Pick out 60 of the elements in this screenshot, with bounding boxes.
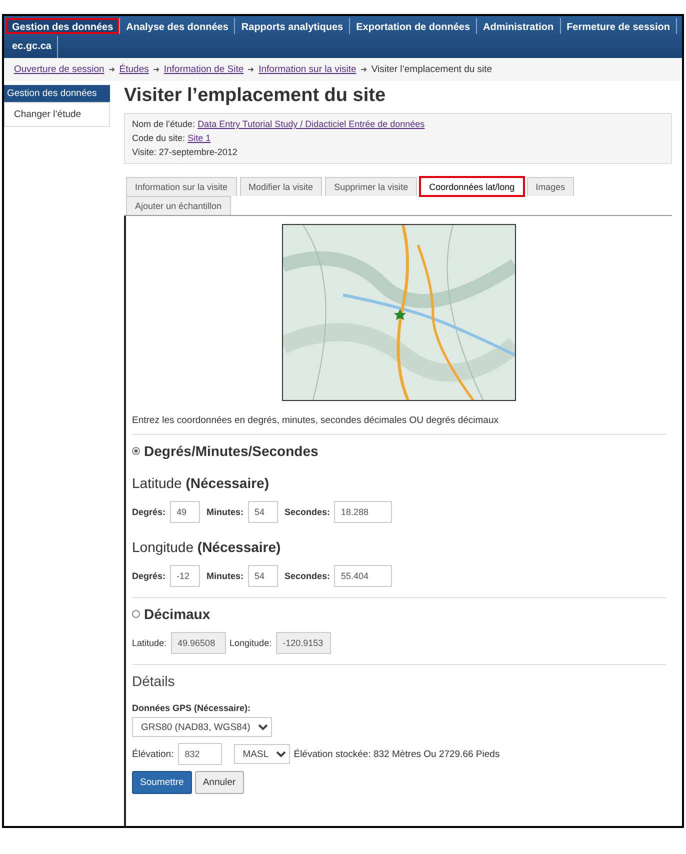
breadcrumb-link[interactable]: Études [119,64,149,75]
tab[interactable]: Ajouter un échantillon [126,196,231,215]
nav-menu-item[interactable]: Gestion des données [6,18,120,34]
nav-menu-item[interactable]: Administration [477,18,561,34]
tab[interactable]: Coordonnées lat/long [420,177,524,196]
input-field[interactable]: 49 [170,501,200,523]
field-label: Longitude: [230,638,272,648]
nav-menu-item[interactable]: Exportation de données [350,18,478,34]
field-label: Secondes: [284,507,330,517]
input-field[interactable]: -12 [170,565,200,587]
field-label: Minutes: [206,507,244,517]
field-label: Données GPS (Nécessaire): [132,703,252,713]
input-field[interactable]: 55.404 [334,565,392,587]
field-label: Élévation: [132,748,174,760]
tab[interactable]: Modifier la visite [240,177,322,196]
field-group-heading: Latitude (Nécessaire) [132,475,270,491]
sidebar-header: Gestion des données [4,85,110,102]
arrow-separator: ➜ [108,65,116,74]
page-title: Visiter l’emplacement du site [124,85,387,107]
breadcrumb-current: Visiter l’emplacement du site [371,64,492,75]
info-value: 27-septembre-2012 [158,147,238,157]
arrow-separator: ➜ [152,65,160,74]
info-label: Code du site: [132,133,186,143]
dropdown[interactable]: GRS80 (NAD83, WGS84) [132,717,272,737]
input-field[interactable]: 18.288 [334,501,392,523]
radio-button[interactable] [132,447,140,455]
stored-elevation-text: Élévation stockée: 832 Mètres Ou 2729.66 Pieds [294,748,500,760]
field-label: Secondes: [284,571,330,581]
section-heading: Détails [132,673,176,689]
form-button[interactable]: Soumettre [132,771,192,794]
info-label: Visite: [132,147,156,157]
arrow-separator: ➜ [360,65,368,74]
field-group-heading: Longitude (Nécessaire) [132,539,282,555]
nav-menu-item[interactable]: Rapports analytiques [235,18,350,34]
section-heading: Degrés/Minutes/Secondes [144,443,318,459]
nav-menu-item[interactable]: Fermeture de session [560,18,677,34]
info-label: Nom de l’étude: [132,119,196,129]
tab[interactable]: Information sur la visite [126,177,237,196]
form-button[interactable]: Annuler [194,771,244,794]
instructions-text: Entrez les coordonnées en degrés, minutes, secondes décimales OU degrés décimaux [132,415,500,426]
tab[interactable]: Images [526,177,574,196]
dropdown[interactable]: MASL [234,744,290,764]
sidebar-item[interactable]: Changer l’étude [4,102,110,127]
nav-menu-item[interactable]: Analyse des données [120,18,236,34]
info-link[interactable]: Data Entry Tutorial Study / Didacticiel Entrée de données [198,119,425,129]
section-heading: Décimaux [144,606,210,622]
field-label: Latitude: [132,638,167,648]
tab[interactable]: Supprimer la visite [325,177,418,196]
field-label: Degrés: [132,507,166,517]
input-field[interactable]: 54 [248,501,278,523]
breadcrumb-link[interactable]: Ouverture de session [14,64,104,75]
input-field[interactable]: 54 [248,565,278,587]
info-link[interactable]: Site 1 [188,133,211,143]
breadcrumb-link[interactable]: Information de Site [164,64,244,75]
field-label: Minutes: [206,571,244,581]
input-field[interactable]: 832 [178,743,222,765]
arrow-separator: ➜ [248,65,255,74]
breadcrumb-link[interactable]: Information sur la visite [258,64,356,75]
radio-button[interactable] [132,610,140,618]
field-label: Degrés: [132,571,166,581]
